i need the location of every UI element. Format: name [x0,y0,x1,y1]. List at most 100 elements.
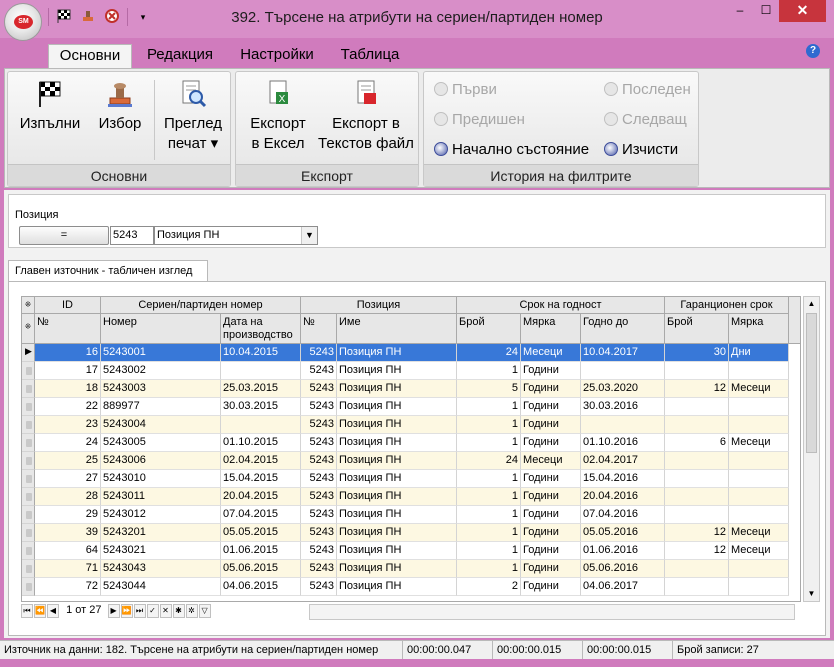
table-cell: Години [521,434,581,452]
close-button[interactable]: ✕ [779,0,826,22]
nav-append-icon[interactable]: ✲ [185,604,198,618]
table-row[interactable]: 23 5243004 5243 Позиция ПН 1 Години [22,416,800,434]
history-initial-button[interactable]: Начално състояние [434,140,589,160]
history-clear-button[interactable]: Изчисти [604,140,678,160]
filter-value-field[interactable]: 5243 [110,226,154,245]
row-indicator[interactable] [22,506,35,524]
table-row[interactable]: 29 5243012 07.04.2015 5243 Позиция ПН 1 Години… [22,506,800,524]
row-indicator[interactable] [22,524,35,542]
column-header[interactable]: Номер [101,314,221,344]
app-window: SM ▾ 392. Търсене на атрибути на сериен/… [0,0,834,667]
table-row[interactable]: 25 5243006 02.04.2015 5243 Позиция ПН 24 Месец… [22,452,800,470]
export-text-button[interactable]: Експорт в Текстов файл [316,78,416,154]
table-row[interactable]: 39 5243201 05.05.2015 5243 Позиция ПН 1 Години… [22,524,800,542]
scroll-down-icon[interactable]: ▼ [804,587,819,601]
table-row[interactable]: 18 5243003 25.03.2015 5243 Позиция ПН 5 Години… [22,380,800,398]
nav-first-icon[interactable]: ⏮ [21,604,33,618]
execute-button[interactable]: Изпълни [14,78,86,134]
nav-cancel-icon[interactable]: ✕ [159,604,172,618]
row-indicator[interactable]: ▶ [22,344,35,362]
nav-prev-icon[interactable]: ◀ [47,604,59,618]
horizontal-scrollbar[interactable] [309,604,795,620]
row-indicator[interactable] [22,416,35,434]
history-first-button[interactable]: Първи [434,80,497,100]
row-indicator[interactable] [22,398,35,416]
history-last-button[interactable]: Последен [604,80,691,100]
column-header[interactable]: Годно до [581,314,665,344]
table-cell: 20.04.2015 [221,488,301,506]
table-cell [729,560,789,578]
band-header[interactable]: Сериен/партиден номер [101,297,301,314]
row-indicator[interactable] [22,362,35,380]
nav-last-icon[interactable]: ⏭ [133,604,146,618]
help-icon[interactable]: ? [806,44,820,58]
column-header[interactable]: Мярка [729,314,789,344]
select-button[interactable]: Избор [90,78,150,134]
table-row[interactable]: 27 5243010 15.04.2015 5243 Позиция ПН 1 Години… [22,470,800,488]
table-cell: Години [521,560,581,578]
row-indicator[interactable] [22,560,35,578]
table-cell: Позиция ПН [337,560,457,578]
nav-next-page-icon[interactable]: ⏩ [120,604,133,618]
table-row[interactable]: 17 5243002 5243 Позиция ПН 1 Години [22,362,800,380]
band-header[interactable]: Позиция [301,297,457,314]
minimize-button[interactable]: – [727,0,753,22]
filter-operator-button[interactable]: = [19,226,109,245]
column-header[interactable]: Дата на производство [221,314,301,344]
column-header[interactable]: Име [337,314,457,344]
column-corner-icon[interactable]: ⁜ [22,314,35,344]
table-cell: 5243005 [101,434,221,452]
scroll-up-icon[interactable]: ▲ [804,297,819,311]
band-header[interactable]: ID [35,297,101,314]
column-header[interactable]: Брой [457,314,521,344]
table-cell: Позиция ПН [337,344,457,362]
nav-post-icon[interactable]: ✓ [146,604,159,618]
history-next-button[interactable]: Следващ [604,110,687,130]
nav-insert-icon[interactable]: ✱ [172,604,185,618]
band-header[interactable]: Срок на годност [457,297,665,314]
table-cell: 04.06.2015 [221,578,301,596]
nav-next-icon[interactable]: ▶ [107,604,120,618]
row-indicator[interactable] [22,578,35,596]
tab-settings[interactable]: Настройки [230,44,324,68]
row-indicator[interactable] [22,470,35,488]
table-row[interactable]: 64 5243021 01.06.2015 5243 Позиция ПН 1 Години… [22,542,800,560]
table-cell: 5243010 [101,470,221,488]
table-row[interactable]: 71 5243043 05.06.2015 5243 Позиция ПН 1 Години… [22,560,800,578]
tab-edit[interactable]: Редакция [138,44,222,68]
band-header[interactable]: Гаранционен срок [665,297,789,314]
tab-table[interactable]: Таблица [332,44,408,68]
table-cell: 1 [457,524,521,542]
filter-item-combo[interactable]: Позиция ПН ▼ [154,226,318,245]
column-header[interactable]: № [35,314,101,344]
table-cell: 5243 [301,488,337,506]
column-header[interactable]: Брой [665,314,729,344]
table-row[interactable]: 72 5243044 04.06.2015 5243 Позиция ПН 2 Години… [22,578,800,596]
scroll-thumb[interactable] [806,313,817,453]
print-preview-button[interactable]: Преглед печат ▾ [158,78,228,154]
table-cell: 01.06.2015 [221,542,301,560]
table-row[interactable]: ▶ 16 5243001 10.04.2015 5243 Позиция ПН 24 Месе… [22,344,800,362]
export-excel-button[interactable]: X Експорт в Ексел [242,78,314,154]
nav-filter-icon[interactable]: ▽ [198,604,211,618]
row-indicator[interactable] [22,380,35,398]
nav-prev-page-icon[interactable]: ⏪ [34,604,46,618]
table-cell: 6 [665,434,729,452]
row-indicator[interactable] [22,488,35,506]
column-header[interactable]: № [301,314,337,344]
vertical-scrollbar[interactable]: ▲ ▼ [803,296,820,602]
grid-tab[interactable]: Главен източник - табличен изглед [8,260,208,282]
table-row[interactable]: 24 5243005 01.10.2015 5243 Позиция ПН 1 Години… [22,434,800,452]
row-indicator[interactable] [22,542,35,560]
history-previous-button[interactable]: Предишен [434,110,525,130]
maximize-button[interactable]: ☐ [753,0,779,22]
column-header[interactable]: Мярка [521,314,581,344]
band-corner-icon[interactable]: ⁜ [22,297,35,314]
chevron-down-icon[interactable]: ▼ [301,227,317,244]
table-cell: 10.04.2017 [581,344,665,362]
row-indicator[interactable] [22,452,35,470]
table-row[interactable]: 28 5243011 20.04.2015 5243 Позиция ПН 1 Години… [22,488,800,506]
tab-main[interactable]: Основни [48,44,132,68]
table-row[interactable]: 22 889977 30.03.2015 5243 Позиция ПН 1 Години 3… [22,398,800,416]
row-indicator[interactable] [22,434,35,452]
